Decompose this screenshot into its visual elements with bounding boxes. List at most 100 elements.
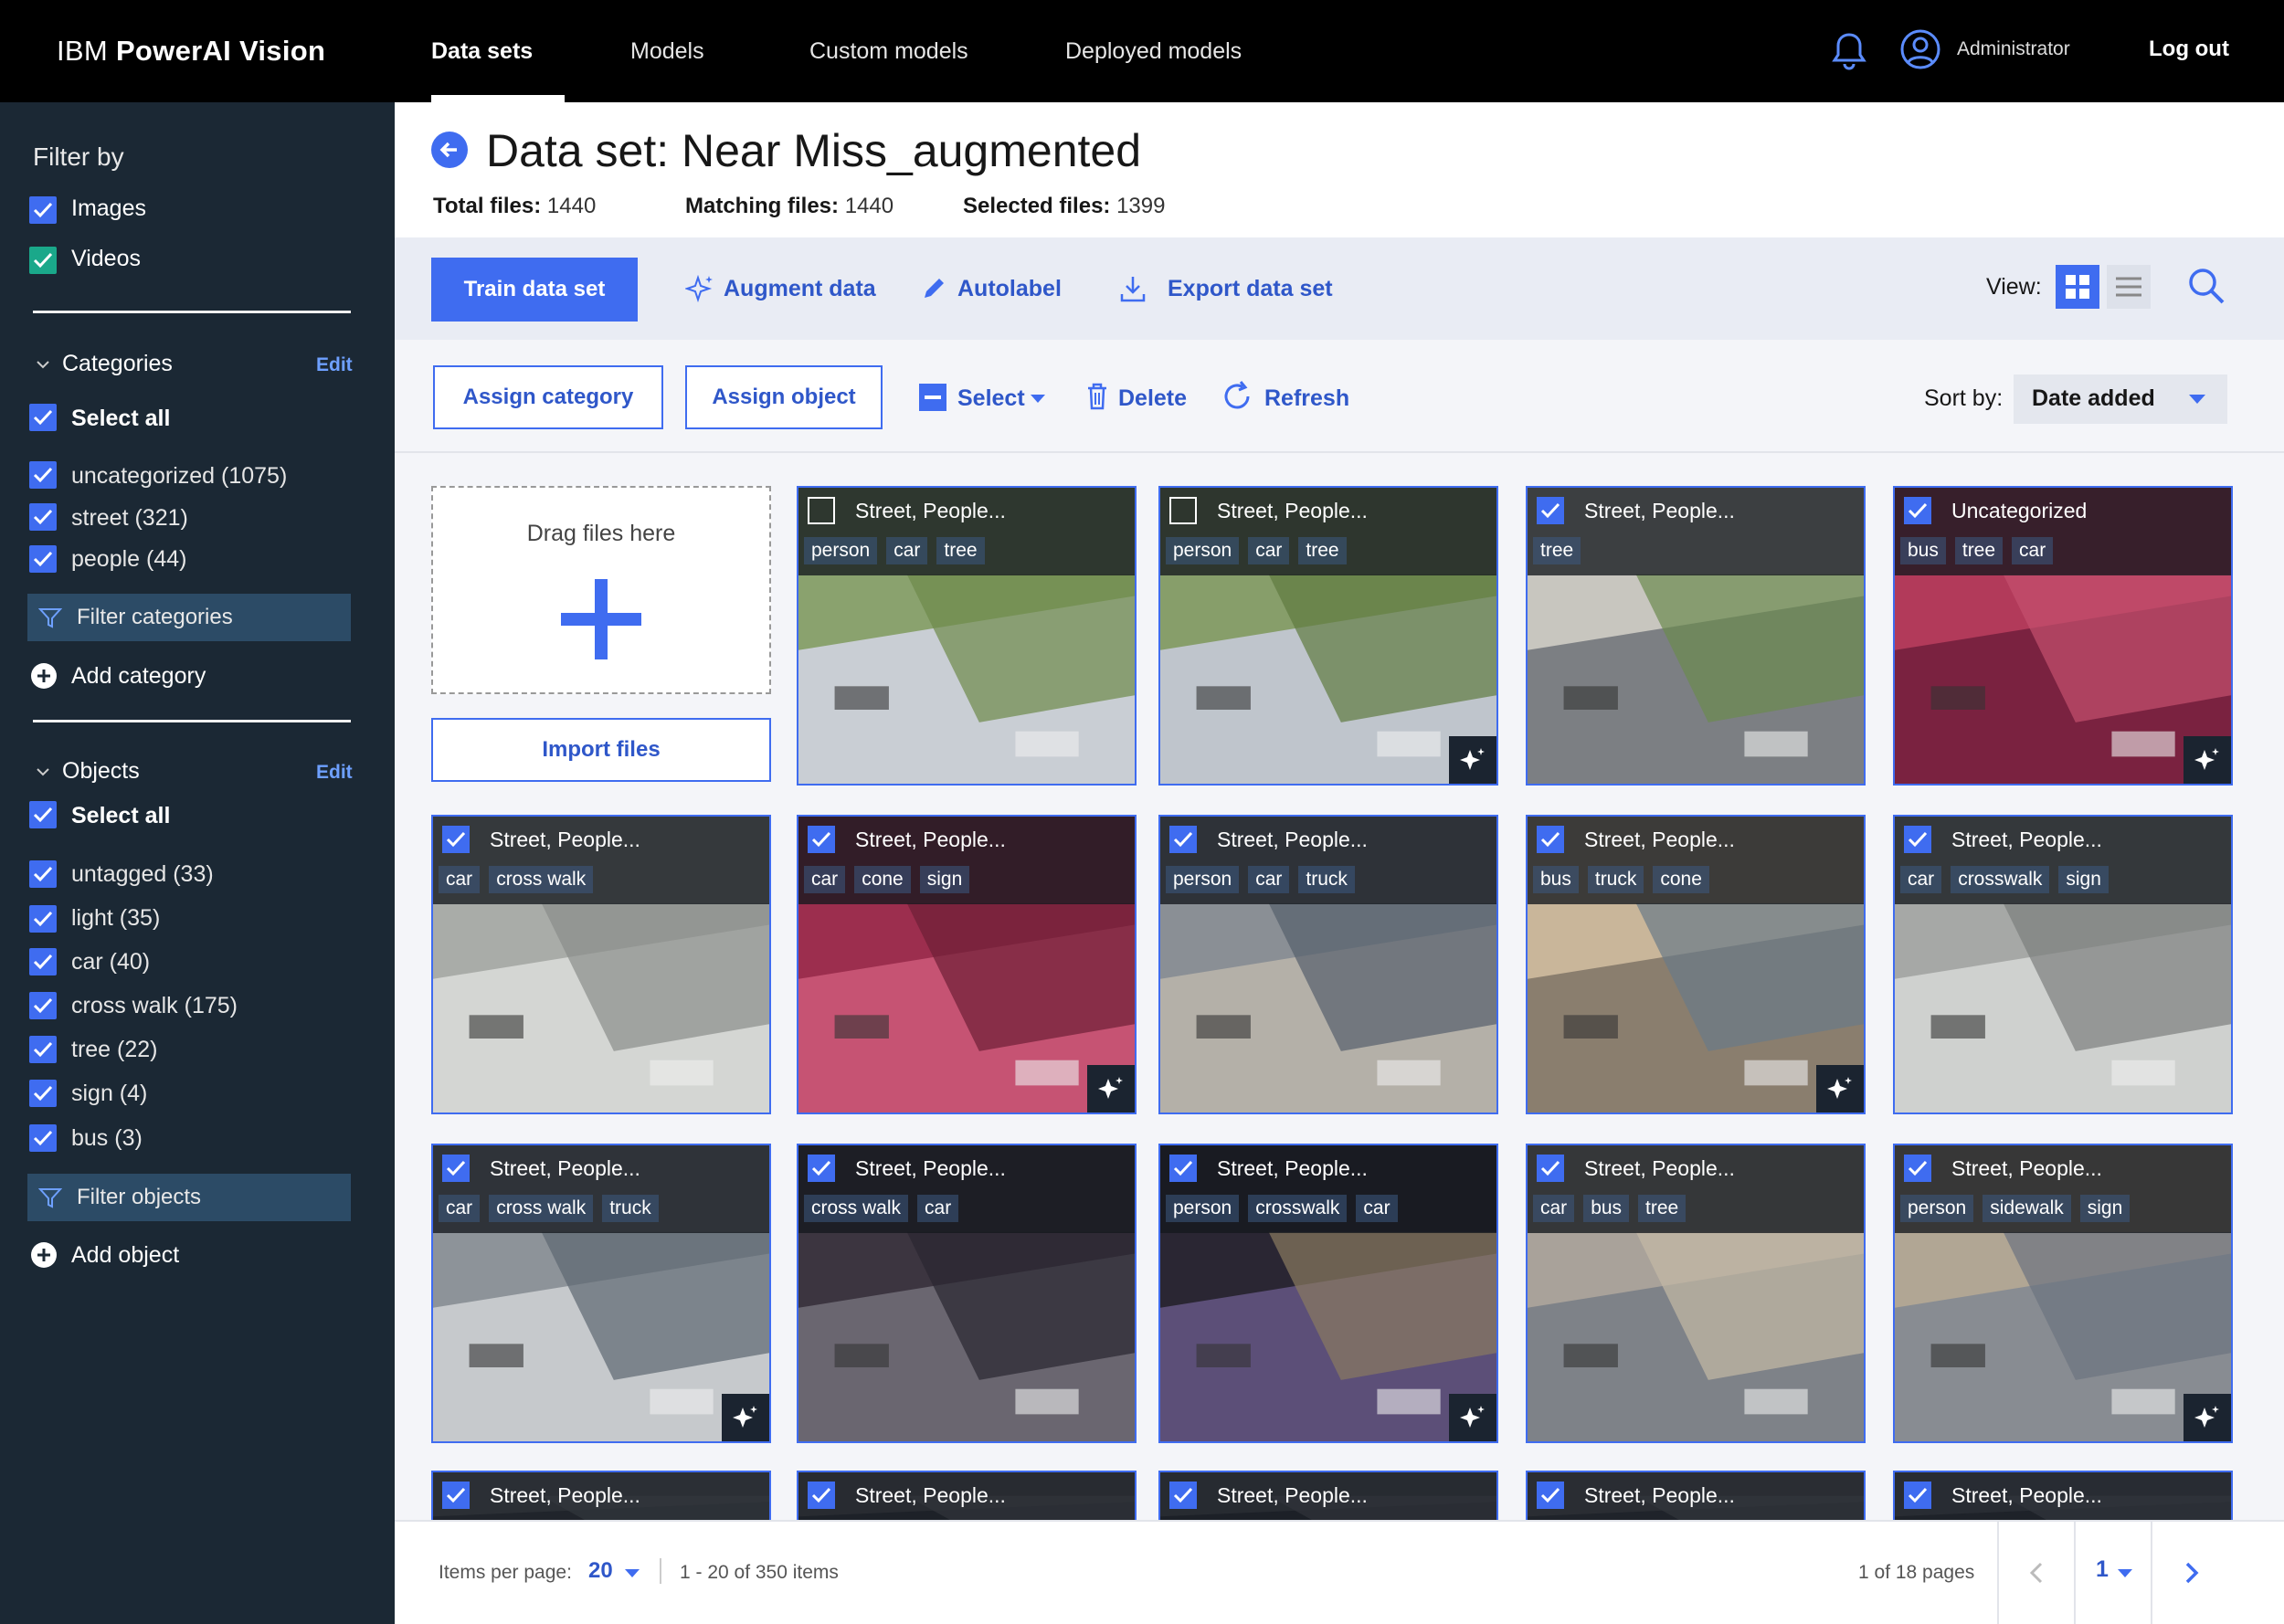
object-tag[interactable]: car — [1356, 1195, 1398, 1222]
file-card[interactable]: Street, People... — [1893, 1471, 2233, 1520]
object-tag[interactable]: tree — [1533, 537, 1581, 564]
file-card[interactable]: Street, People... car crosswalk sign — [1893, 815, 2233, 1114]
object-tag[interactable]: tree — [1298, 537, 1347, 564]
object-tag[interactable]: car — [1533, 1195, 1575, 1222]
card-checkbox[interactable] — [1904, 1155, 1931, 1182]
file-card[interactable]: Street, People... person sidewalk sign — [1893, 1144, 2233, 1443]
category-checkbox-street[interactable] — [29, 503, 57, 531]
chevron-down-icon[interactable] — [625, 1569, 640, 1577]
object-tag[interactable]: tree — [1638, 1195, 1687, 1222]
file-card[interactable]: Street, People... car cross walk truck — [431, 1144, 771, 1443]
card-checkbox[interactable] — [1169, 497, 1197, 524]
file-card[interactable]: Street, People... person car truck — [1158, 815, 1498, 1114]
objects-select-all-checkbox[interactable] — [29, 801, 57, 828]
object-tag[interactable]: crosswalk — [1248, 1195, 1348, 1222]
categories-select-all-checkbox[interactable] — [29, 404, 57, 431]
file-card[interactable]: Street, People... person car tree — [797, 486, 1137, 786]
card-checkbox[interactable] — [1904, 1482, 1931, 1509]
card-checkbox[interactable] — [1169, 1482, 1197, 1509]
augment-data-button[interactable]: Augment data — [724, 276, 876, 302]
file-card[interactable]: Street, People... car cone sign — [797, 815, 1137, 1114]
next-page-button[interactable] — [2151, 1522, 2227, 1624]
previous-page-button[interactable] — [1997, 1522, 2074, 1624]
refresh-button[interactable]: Refresh — [1264, 385, 1349, 412]
images-checkbox[interactable] — [29, 196, 57, 224]
object-tag[interactable]: sign — [919, 866, 970, 893]
videos-checkbox[interactable] — [29, 247, 57, 274]
file-card[interactable]: Street, People... — [1526, 1471, 1866, 1520]
search-icon[interactable] — [2185, 265, 2227, 307]
file-card[interactable]: Street, People... cross walk car — [797, 1144, 1137, 1443]
assign-category-button[interactable]: Assign category — [433, 365, 663, 429]
card-checkbox[interactable] — [808, 1482, 835, 1509]
categories-chevron-icon[interactable] — [35, 356, 51, 373]
nav-models[interactable]: Models — [630, 38, 704, 65]
object-checkbox-sign[interactable] — [29, 1080, 57, 1107]
card-checkbox[interactable] — [442, 1155, 470, 1182]
export-data-set-button[interactable]: Export data set — [1168, 276, 1333, 302]
add-category-icon[interactable] — [31, 663, 57, 689]
add-object-icon[interactable] — [31, 1242, 57, 1268]
object-tag[interactable]: truck — [1298, 866, 1355, 893]
card-checkbox[interactable] — [1537, 1482, 1564, 1509]
card-checkbox[interactable] — [808, 1155, 835, 1182]
page-select[interactable]: 1 — [2074, 1522, 2151, 1624]
file-card[interactable]: Street, People... person crosswalk car — [1158, 1144, 1498, 1443]
logout-link[interactable]: Log out — [2149, 37, 2229, 62]
card-checkbox[interactable] — [1537, 1155, 1564, 1182]
object-tag[interactable]: car — [439, 866, 481, 893]
sort-by-select[interactable]: Date added — [2014, 374, 2227, 424]
file-card[interactable]: Street, People... car cross walk — [431, 815, 771, 1114]
card-checkbox[interactable] — [1537, 497, 1564, 524]
object-tag[interactable]: sign — [2079, 1195, 2131, 1222]
object-tag[interactable]: bus — [1900, 537, 1946, 564]
objects-chevron-icon[interactable] — [35, 764, 51, 780]
drop-zone[interactable]: Drag files here — [431, 486, 771, 694]
list-view-icon[interactable] — [2107, 265, 2151, 309]
brand-logo[interactable]: IBM PowerAI Vision — [57, 35, 325, 68]
object-tag[interactable]: person — [1166, 866, 1240, 893]
card-checkbox[interactable] — [808, 826, 835, 853]
object-tag[interactable]: car — [917, 1195, 959, 1222]
object-tag[interactable]: sidewalk — [1983, 1195, 2071, 1222]
object-tag[interactable]: crosswalk — [1951, 866, 2050, 893]
nav-custom-models[interactable]: Custom models — [809, 38, 968, 65]
object-checkbox-cross-walk[interactable] — [29, 992, 57, 1019]
object-tag[interactable]: truck — [602, 1195, 659, 1222]
object-tag[interactable]: person — [1900, 1195, 1974, 1222]
object-tag[interactable]: tree — [936, 537, 985, 564]
autolabel-button[interactable]: Autolabel — [957, 276, 1062, 302]
object-tag[interactable]: bus — [1583, 1195, 1630, 1222]
object-checkbox-car[interactable] — [29, 948, 57, 975]
object-tag[interactable]: person — [804, 537, 878, 564]
back-arrow-icon[interactable] — [431, 132, 468, 168]
card-checkbox[interactable] — [808, 497, 835, 524]
add-object-button[interactable]: Add object — [71, 1242, 179, 1269]
objects-edit-link[interactable]: Edit — [316, 762, 353, 784]
import-files-button[interactable]: Import files — [431, 718, 771, 782]
objects-title[interactable]: Objects — [62, 758, 140, 785]
object-tag[interactable]: car — [1248, 537, 1290, 564]
file-card[interactable]: Street, People... — [431, 1471, 771, 1520]
select-dropdown[interactable]: Select — [957, 385, 1025, 412]
select-caret-icon[interactable] — [1031, 395, 1045, 403]
file-card[interactable]: Street, People... person car tree — [1158, 486, 1498, 786]
object-tag[interactable]: car — [439, 1195, 481, 1222]
assign-object-button[interactable]: Assign object — [685, 365, 883, 429]
filter-categories-button[interactable]: Filter categories — [27, 594, 351, 641]
object-tag[interactable]: car — [804, 866, 846, 893]
object-checkbox-tree[interactable] — [29, 1036, 57, 1063]
object-tag[interactable]: cross walk — [804, 1195, 909, 1222]
items-per-page-select[interactable]: 20 — [588, 1558, 613, 1584]
user-avatar-icon[interactable] — [1898, 27, 1942, 71]
select-indeterminate-checkbox[interactable] — [919, 384, 946, 411]
categories-edit-link[interactable]: Edit — [316, 354, 353, 376]
file-card[interactable]: Uncategorized bus tree car — [1893, 486, 2233, 786]
filter-objects-button[interactable]: Filter objects — [27, 1174, 351, 1221]
category-checkbox-people[interactable] — [29, 545, 57, 573]
card-checkbox[interactable] — [1904, 497, 1931, 524]
object-tag[interactable]: truck — [1587, 866, 1644, 893]
card-checkbox[interactable] — [442, 826, 470, 853]
delete-button[interactable]: Delete — [1118, 385, 1187, 412]
category-checkbox-uncategorized[interactable] — [29, 461, 57, 489]
